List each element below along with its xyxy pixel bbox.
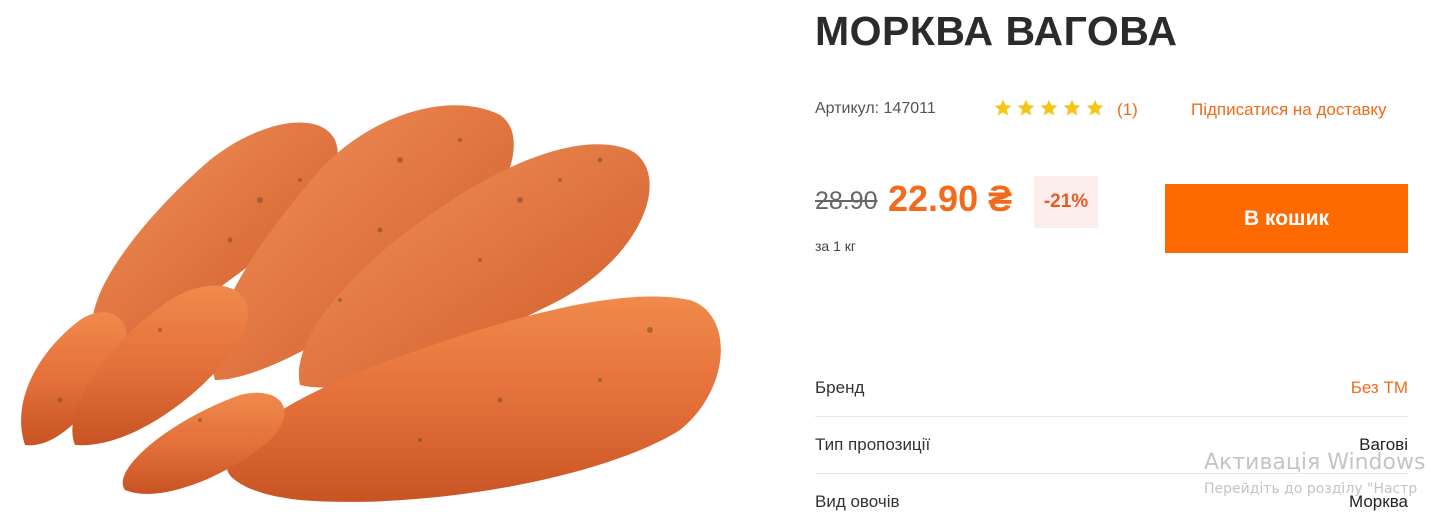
spec-row-offer-type: Тип пропозиції Вагові	[815, 417, 1408, 474]
old-price: 28.90	[815, 187, 878, 215]
star-icon	[1086, 99, 1104, 116]
carrot-image	[21, 105, 721, 502]
spec-value: Морква	[1349, 492, 1408, 511]
review-count-link[interactable]: (1)	[1117, 100, 1138, 120]
spec-row-vegetable-kind: Вид овочів Морква	[815, 474, 1408, 530]
product-sku: Артикул: 147011	[815, 100, 936, 117]
brand-link[interactable]: Без ТМ	[1351, 378, 1408, 398]
star-icon	[1017, 99, 1035, 116]
current-price: 22.90 ₴	[888, 178, 1013, 219]
product-title: МОРКВА ВАГОВА	[815, 8, 1178, 54]
product-specs: Бренд Без ТМ Тип пропозиції Вагові Вид о…	[815, 360, 1408, 530]
discount-badge: -21%	[1034, 176, 1098, 228]
price-unit: за 1 кг	[815, 238, 857, 254]
subscribe-delivery-link[interactable]: Підписатися на доставку	[1191, 100, 1387, 120]
spec-label: Вид овочів	[815, 492, 900, 511]
spec-value: Вагові	[1359, 435, 1408, 454]
product-image[interactable]	[0, 0, 760, 520]
star-icon	[1040, 99, 1058, 116]
add-to-cart-button[interactable]: В кошик	[1165, 184, 1408, 253]
star-icon	[1063, 99, 1081, 116]
star-icon	[994, 99, 1012, 116]
rating-stars[interactable]	[993, 98, 1105, 118]
spec-label: Бренд	[815, 378, 865, 397]
spec-label: Тип пропозиції	[815, 435, 931, 454]
spec-row-brand: Бренд Без ТМ	[815, 360, 1408, 417]
